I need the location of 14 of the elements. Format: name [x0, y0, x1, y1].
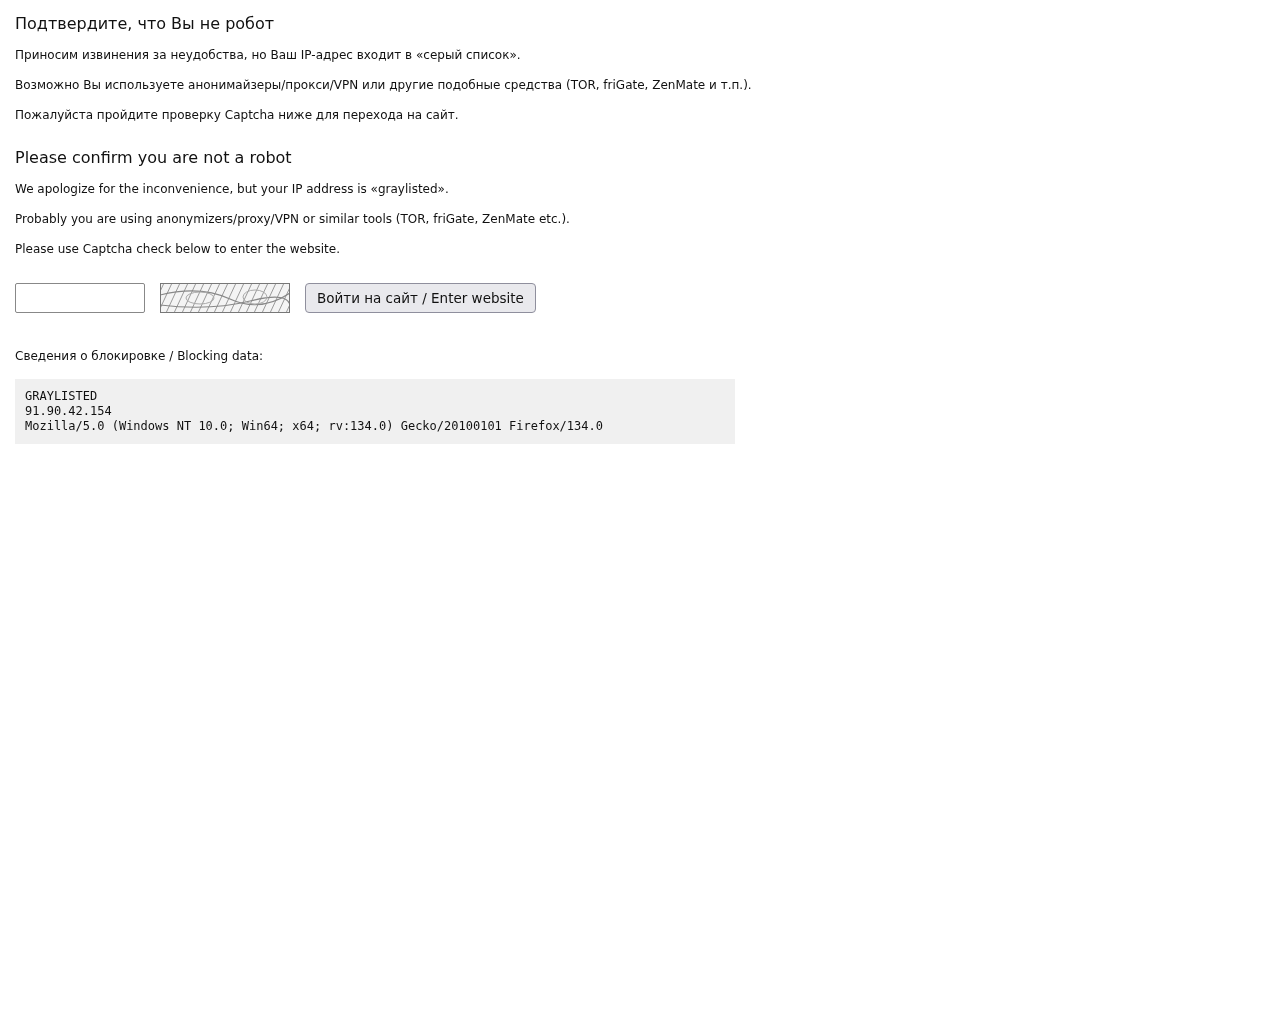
- page-heading: Подтвердите, что Вы не робот: [15, 13, 276, 35]
- enter-website-button[interactable]: Войти на сайт / Enter website: [305, 283, 536, 313]
- blocking-data-line: Mozilla/5.0 (Windows NT 10.0; Win64; x64; rv:134.0) Gecko/20100101 Firefox/134.0: [25, 419, 603, 434]
- blocking-data-label: Сведения о блокировке / Blocking data:: [15, 349, 265, 364]
- message-text: Возможно Вы используете анонимайзеры/прокси/VPN или другие подобные средства (TOR, friGate, ZenMate и т.п.).: [15, 78, 753, 93]
- page-heading: Please confirm you are not a robot: [15, 147, 293, 169]
- message-text: Приносим извинения за неудобства, но Ваш IP-адрес входит в «серый список».: [15, 48, 522, 63]
- blocking-data-line: GRAYLISTED: [25, 389, 98, 404]
- message-text: Пожалуйста пройдите проверку Captcha ниже для перехода на сайт.: [15, 108, 460, 123]
- message-text: Probably you are using anonymizers/proxy/VPN or similar tools (TOR, friGate, ZenMate etc.).: [15, 212, 571, 227]
- captcha-input-field[interactable]: [15, 283, 145, 313]
- message-text: We apologize for the inconvenience, but your IP address is «graylisted».: [15, 182, 450, 197]
- blocking-data-line: 91.90.42.154: [25, 404, 112, 419]
- message-text: Please use Captcha check below to enter the website.: [15, 242, 341, 257]
